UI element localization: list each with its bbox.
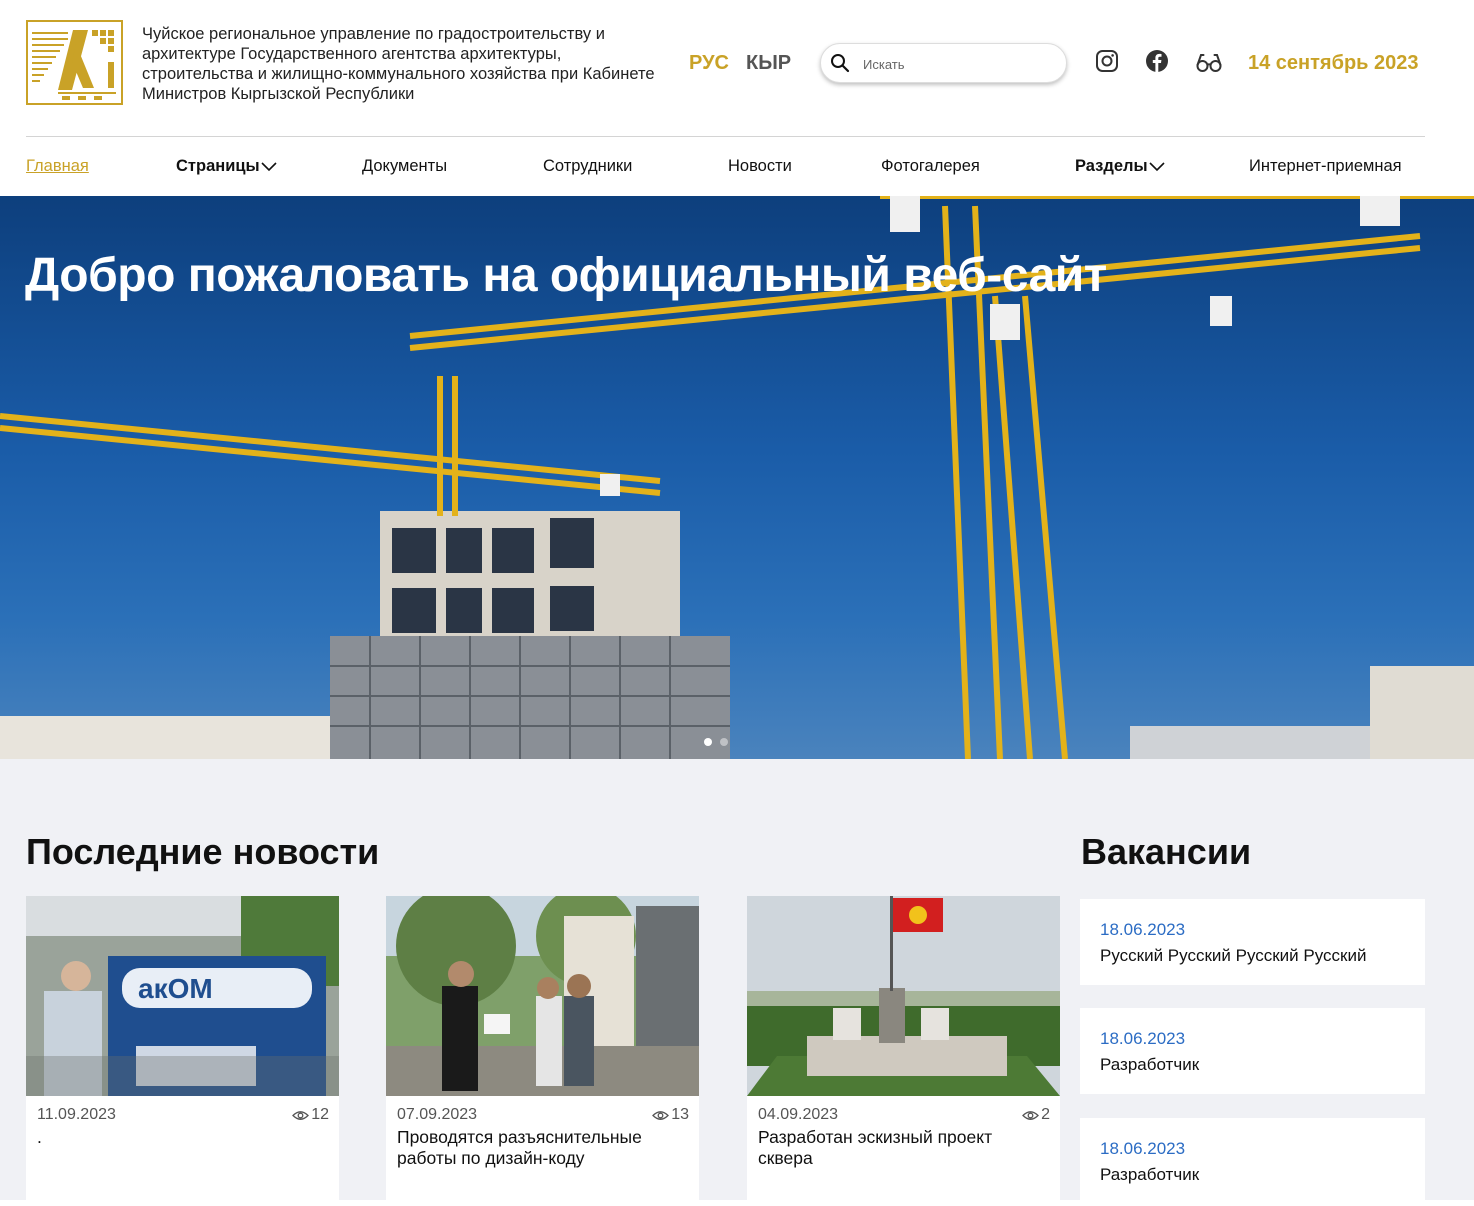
news-image[interactable]: акОМ xyxy=(26,896,339,1096)
news-title[interactable]: Разработан эскизный проект сквера xyxy=(758,1127,1050,1169)
news-card[interactable]: 07.09.2023 13 Проводятся разъяснительные… xyxy=(386,896,699,1206)
search-box[interactable] xyxy=(820,43,1067,83)
slider-dot[interactable] xyxy=(704,738,712,746)
vacancy-item[interactable]: 18.06.2023 Разработчик xyxy=(1080,1118,1425,1204)
news-views: 2 xyxy=(1022,1106,1050,1124)
hero-slider[interactable]: Добро пожаловать на официальный веб-сайт xyxy=(0,196,1474,759)
current-date: 14 сентябрь 2023 xyxy=(1248,52,1419,74)
vacancy-item[interactable]: 18.06.2023 Разработчик xyxy=(1080,1008,1425,1094)
news-views-count: 12 xyxy=(311,1106,329,1123)
lang-ky-link[interactable]: КЫР xyxy=(746,52,791,75)
vacancy-title[interactable]: Русский Русский Русский Русский xyxy=(1100,946,1366,966)
glasses-icon[interactable] xyxy=(1195,50,1223,76)
vacancy-date: 18.06.2023 xyxy=(1100,1029,1186,1048)
news-views: 12 xyxy=(292,1106,329,1124)
search-input[interactable] xyxy=(863,53,1053,75)
news-card[interactable]: 04.09.2023 2 Разработан эскизный проект … xyxy=(747,896,1060,1206)
nav-item-pages-label: Страницы xyxy=(176,157,260,175)
nav-item-sections-label: Разделы xyxy=(1075,157,1148,175)
chevron-down-icon xyxy=(261,161,277,171)
content-area: Последние новости Вакансии акОМ 11.09.20… xyxy=(0,759,1474,1206)
vacancy-title[interactable]: Разработчик xyxy=(1100,1165,1199,1185)
news-image[interactable] xyxy=(386,896,699,1096)
vacancy-date: 18.06.2023 xyxy=(1100,1139,1186,1158)
logo[interactable] xyxy=(26,20,123,105)
search-icon[interactable] xyxy=(829,52,851,74)
vacancies-section-title: Вакансии xyxy=(1081,831,1252,872)
news-views-count: 13 xyxy=(671,1106,689,1123)
eye-icon xyxy=(1022,1110,1040,1120)
main-navigation: Главная Страницы Документы Сотрудники Но… xyxy=(0,137,1474,196)
organization-name: Чуйское региональное управление по градо… xyxy=(142,25,655,103)
nav-item-reception[interactable]: Интернет-приемная xyxy=(1249,157,1402,176)
news-date: 04.09.2023 xyxy=(758,1106,839,1123)
news-views-count: 2 xyxy=(1041,1106,1050,1123)
news-image[interactable] xyxy=(747,896,1060,1096)
chevron-down-icon xyxy=(1149,161,1165,171)
lang-ru-link[interactable]: РУС xyxy=(689,52,729,75)
site-header: Чуйское региональное управление по градо… xyxy=(0,0,1474,137)
news-date: 11.09.2023 xyxy=(37,1106,116,1123)
building-under-construction xyxy=(0,511,1474,759)
nav-item-documents[interactable]: Документы xyxy=(362,157,447,176)
vacancy-date: 18.06.2023 xyxy=(1100,920,1186,939)
nav-item-gallery[interactable]: Фотогалерея xyxy=(881,157,980,176)
vacancy-item[interactable]: 18.06.2023 Русский Русский Русский Русск… xyxy=(1080,899,1425,985)
news-title[interactable]: Проводятся разъяснительные работы по диз… xyxy=(397,1127,689,1169)
logo-emblem-icon xyxy=(32,30,116,100)
news-section-title: Последние новости xyxy=(26,831,380,872)
news-card[interactable]: акОМ 11.09.2023 12 . xyxy=(26,896,339,1206)
svg-text:акОМ: акОМ xyxy=(138,973,213,1004)
nav-item-staff[interactable]: Сотрудники xyxy=(543,157,632,176)
slider-dots xyxy=(704,738,728,746)
nav-item-news[interactable]: Новости xyxy=(728,157,792,176)
vacancy-title[interactable]: Разработчик xyxy=(1100,1055,1199,1075)
nav-item-pages[interactable]: Страницы xyxy=(176,157,277,176)
news-title[interactable]: . xyxy=(37,1127,329,1148)
facebook-icon[interactable] xyxy=(1144,48,1170,74)
hero-title: Добро пожаловать на официальный веб-сайт xyxy=(25,249,1107,302)
nav-item-sections[interactable]: Разделы xyxy=(1075,157,1165,176)
news-date: 07.09.2023 xyxy=(397,1106,478,1123)
news-views: 13 xyxy=(652,1106,689,1124)
instagram-icon[interactable] xyxy=(1094,48,1120,74)
slider-dot[interactable] xyxy=(720,738,728,746)
eye-icon xyxy=(292,1110,310,1120)
eye-icon xyxy=(652,1110,670,1120)
nav-item-home[interactable]: Главная xyxy=(26,157,89,176)
